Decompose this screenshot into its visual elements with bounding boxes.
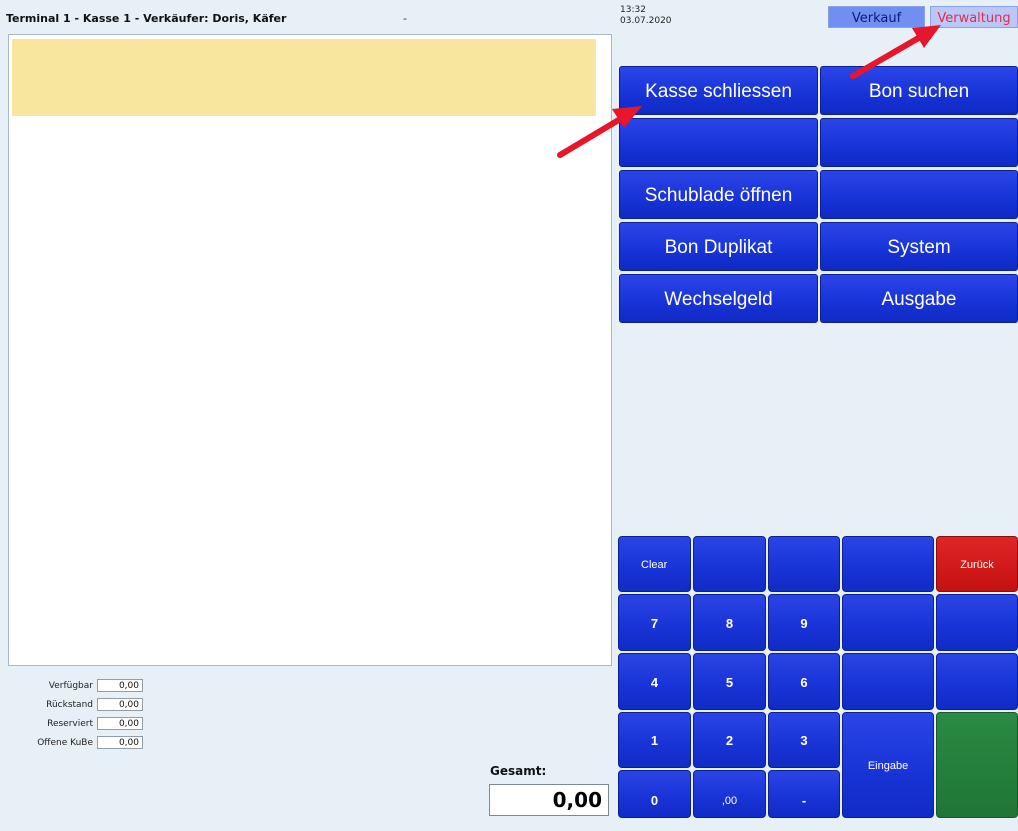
empty-function-button-2[interactable]	[820, 118, 1018, 167]
reserved-field: 0,00	[97, 717, 143, 730]
key-6[interactable]: 6	[768, 653, 840, 710]
blank-key-7[interactable]	[936, 653, 1018, 710]
key-minus[interactable]: -	[768, 770, 840, 818]
back-key[interactable]: Zurück	[936, 536, 1018, 592]
blank-key-1[interactable]	[693, 536, 766, 592]
key-1[interactable]: 1	[618, 712, 691, 768]
available-label: Verfügbar	[48, 681, 93, 691]
tab-verkauf[interactable]: Verkauf	[828, 6, 925, 28]
arrears-field: 0,00	[97, 698, 143, 711]
receipt-duplicate-button[interactable]: Bon Duplikat	[619, 222, 818, 271]
key-5[interactable]: 5	[693, 653, 766, 710]
open-kube-label: Offene KuBe	[37, 738, 93, 748]
clock-date: 03.07.2020	[620, 16, 672, 26]
system-button[interactable]: System	[820, 222, 1018, 271]
key-3[interactable]: 3	[768, 712, 840, 768]
clock-time: 13:32	[620, 5, 646, 15]
blank-key-2[interactable]	[768, 536, 840, 592]
title-separator: -	[403, 12, 407, 25]
change-money-button[interactable]: Wechselgeld	[619, 274, 818, 323]
blank-key-4[interactable]	[842, 594, 934, 651]
key-4[interactable]: 4	[618, 653, 691, 710]
empty-function-button-3[interactable]	[820, 170, 1018, 219]
key-2[interactable]: 2	[693, 712, 766, 768]
key-9[interactable]: 9	[768, 594, 840, 651]
receipt-selected-row[interactable]	[12, 39, 596, 116]
search-receipt-button[interactable]: Bon suchen	[820, 66, 1018, 115]
open-drawer-button[interactable]: Schublade öffnen	[619, 170, 818, 219]
available-field: 0,00	[97, 679, 143, 692]
close-register-button[interactable]: Kasse schliessen	[619, 66, 818, 115]
clear-key[interactable]: Clear	[618, 536, 691, 592]
green-confirm-key[interactable]	[936, 712, 1018, 818]
open-kube-field: 0,00	[97, 736, 143, 749]
empty-function-button-1[interactable]	[619, 118, 818, 167]
blank-key-5[interactable]	[936, 594, 1018, 651]
reserved-label: Reserviert	[47, 719, 93, 729]
key-8[interactable]: 8	[693, 594, 766, 651]
blank-key-3[interactable]	[842, 536, 934, 592]
enter-key[interactable]: Eingabe	[842, 712, 934, 818]
receipt-list[interactable]	[8, 34, 612, 666]
arrears-label: Rückstand	[46, 700, 93, 710]
window-title: Terminal 1 - Kasse 1 - Verkäufer: Doris,…	[6, 12, 287, 25]
key-comma-00[interactable]: ,00	[693, 770, 766, 818]
blank-key-6[interactable]	[842, 653, 934, 710]
key-0[interactable]: 0	[618, 770, 691, 818]
tab-verwaltung[interactable]: Verwaltung	[930, 6, 1018, 28]
key-7[interactable]: 7	[618, 594, 691, 651]
expense-button[interactable]: Ausgabe	[820, 274, 1018, 323]
total-label: Gesamt:	[490, 764, 547, 778]
total-field: 0,00	[489, 784, 609, 816]
